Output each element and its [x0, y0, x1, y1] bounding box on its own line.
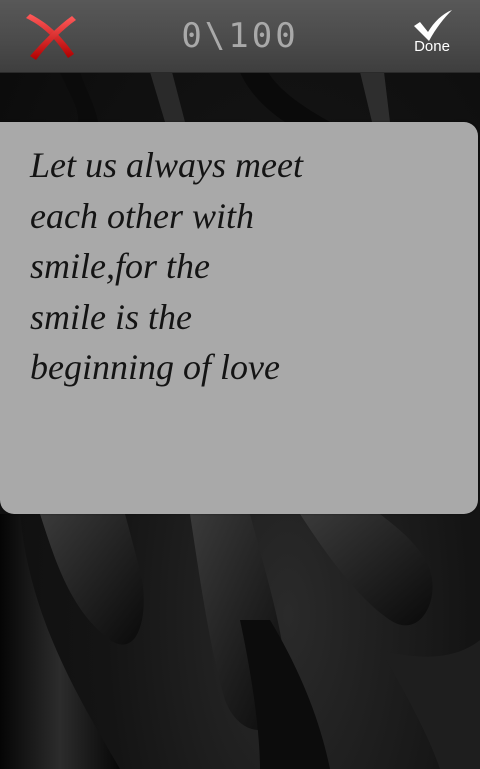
- toolbar: 0\100 Done: [0, 0, 480, 73]
- character-counter: 0\100: [181, 16, 299, 56]
- done-label: Done: [414, 38, 450, 55]
- close-button[interactable]: [22, 10, 80, 62]
- text-editor-card: Let us always meet each other with smile…: [0, 122, 478, 514]
- message-text-input[interactable]: Let us always meet each other with smile…: [30, 140, 390, 393]
- done-button[interactable]: Done: [402, 8, 462, 66]
- checkmark-icon: [414, 10, 452, 41]
- close-x-icon: [26, 14, 76, 60]
